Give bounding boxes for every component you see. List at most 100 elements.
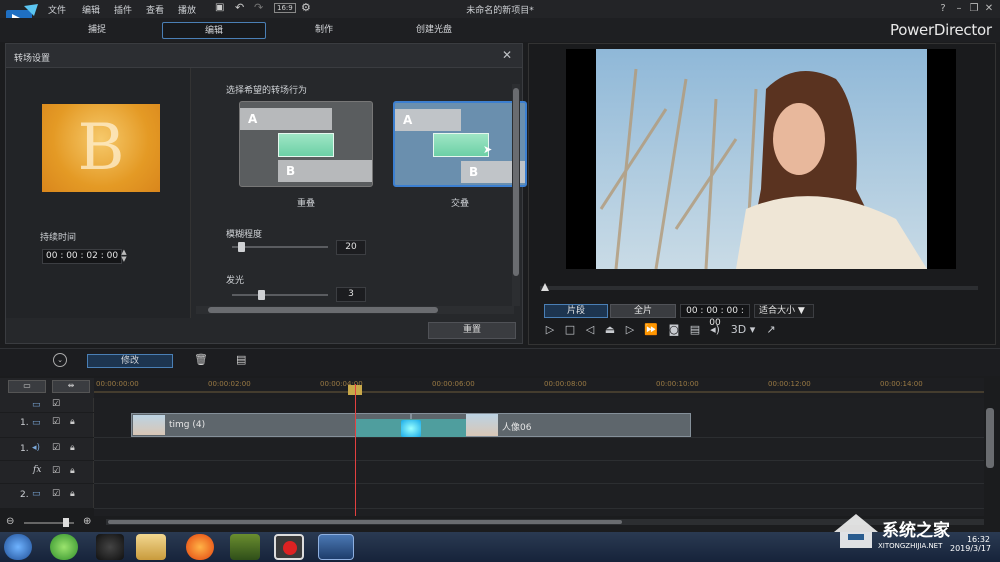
track-checkbox[interactable]: ☑ [52,489,60,499]
zoom-out-icon[interactable]: ⊖ [6,516,14,527]
playhead-line[interactable] [355,384,356,516]
duration-input[interactable]: 00 : 00 : 02 : 00 [42,249,122,264]
track-checkbox[interactable]: ☑ [52,399,60,409]
tab-create-disc[interactable]: 创建光盘 [382,22,486,39]
video-track-icon: ▭ [32,489,41,499]
blur-value[interactable]: 20 [336,240,366,255]
menu-edit[interactable]: 编辑 [82,3,100,16]
lock-icon[interactable]: 🔒︎ [70,489,75,499]
zoom-fit-icon[interactable]: ⇹ [52,380,90,393]
tab-edit[interactable]: 编辑 [162,22,266,39]
overlap-option[interactable]: A B [239,101,373,187]
dropdown-circle-icon[interactable]: ⌄ [53,353,67,367]
close-icon[interactable]: ✕ [502,48,512,62]
track-b-bar: B [278,160,372,182]
qq-icon[interactable] [96,534,124,560]
menu-file[interactable]: 文件 [48,3,66,16]
track-checkbox[interactable]: ☑ [52,466,60,476]
glow-slider-knob[interactable] [258,290,265,300]
redo-icon[interactable]: ↷ [254,1,263,14]
timeline-vertical-scroll-thumb[interactable] [986,408,994,468]
track-manager-icon[interactable]: ▭ [8,380,46,393]
menu-view[interactable]: 查看 [146,3,164,16]
delete-icon[interactable]: 🗑 [194,353,208,366]
stop-icon[interactable]: □ [562,323,578,337]
blur-slider-knob[interactable] [238,242,245,252]
3d-mode-button[interactable]: 3D ▾ [728,323,758,337]
track-header-audio-1 [0,438,94,460]
reset-button[interactable]: 重置 [428,322,516,339]
ruler-tick: 00:00:10:00 [656,380,699,388]
lock-icon[interactable]: 🔒︎ [70,466,75,476]
zoom-in-icon[interactable]: ⊕ [83,516,91,527]
transition-preview-pane: B 持续时间 00 : 00 : 02 : 00 ▲ ▼ [6,68,191,318]
settings-gear-icon[interactable]: ⚙ [301,1,311,14]
brand-name: PowerDirector [890,21,992,39]
panel-title: 转场设置 [14,54,51,64]
next-frame-icon[interactable]: ▷ [622,323,638,337]
media-app-icon[interactable] [230,534,260,560]
timecode-display[interactable]: 00 : 00 : 00 : 00 [680,304,750,328]
firefox-icon[interactable] [186,534,214,560]
watermark-house-icon [834,514,878,548]
properties-icon[interactable]: ▤ [236,353,246,366]
help-icon[interactable]: ? [936,2,950,16]
ruler-tick: 00:00:08:00 [544,380,587,388]
split-icon[interactable]: ⏏ [602,323,618,337]
modify-button[interactable]: 修改 [87,354,173,368]
start-button-icon[interactable] [4,534,32,560]
blur-slider-track[interactable] [232,246,328,248]
menu-plugins[interactable]: 插件 [114,3,132,16]
fit-size-select[interactable]: 适合大小 ▼ [754,304,814,318]
preview-scrub-bar[interactable] [540,286,978,290]
tab-capture[interactable]: 捕捉 [45,22,149,39]
mouse-cursor-icon: ➤ [483,143,493,156]
minimize-icon[interactable]: – [952,2,966,16]
snapshot-camera-icon[interactable]: ◙ [666,323,682,337]
powerdirector-taskbar-icon[interactable] [318,534,354,560]
track-divider [94,460,984,461]
restore-icon[interactable]: ❐ [967,2,981,16]
volume-icon[interactable]: ◂) [707,323,723,337]
close-window-icon[interactable]: ✕ [982,2,996,16]
mode-tab-bar [0,18,1000,42]
track-number: 1. [20,444,29,454]
fit-size-label: 适合大小 [759,306,796,316]
lock-icon[interactable]: 🔒︎ [70,417,75,427]
undock-icon[interactable]: ↗ [763,323,779,337]
overlap-label: 重叠 [296,199,315,209]
duration-spinner-icon[interactable]: ▲ ▼ [118,249,130,264]
panel-vertical-scroll-thumb[interactable] [513,88,519,276]
panel-horizontal-scroll-thumb[interactable] [208,307,438,313]
video-track-icon: ▭ [32,400,41,410]
scrub-knob[interactable] [541,283,549,291]
tab-produce[interactable]: 制作 [272,22,376,39]
fast-forward-icon[interactable]: ⏩ [643,323,659,337]
file-explorer-icon[interactable] [136,534,166,560]
zoom-slider-knob[interactable] [63,518,69,527]
timeline-horizontal-scroll-thumb[interactable] [108,520,622,524]
menu-play[interactable]: 播放 [178,3,196,16]
previous-frame-icon[interactable]: ◁ [582,323,598,337]
track-checkbox[interactable]: ☑ [52,417,60,427]
3d-label: 3D [730,323,747,336]
save-icon[interactable]: ▣ [215,2,224,13]
transition-icon[interactable] [401,420,421,437]
clip-mode-button[interactable]: 片段 [544,304,608,318]
glow-slider-track[interactable] [232,294,328,296]
track-checkbox[interactable]: ☑ [52,443,60,453]
transition-block [278,133,334,157]
crossover-option[interactable]: A B ➤ [393,101,527,187]
lock-icon[interactable]: 🔒︎ [70,443,75,453]
clip-label: timg (4) [169,420,206,430]
glow-value[interactable]: 3 [336,287,366,302]
blur-label: 模糊程度 [226,230,263,240]
movie-mode-button[interactable]: 全片 [610,304,676,318]
play-icon[interactable]: ▷ [542,323,558,337]
undo-icon[interactable]: ↶ [235,1,244,14]
app-green-icon[interactable] [50,534,78,560]
ruler-tick: 00:00:02:00 [208,380,251,388]
subtitle-icon[interactable]: ▤ [687,323,703,337]
aspect-ratio-icon[interactable]: 16:9 [274,3,296,13]
ruler-tick: 00:00:00:00 [96,380,139,388]
